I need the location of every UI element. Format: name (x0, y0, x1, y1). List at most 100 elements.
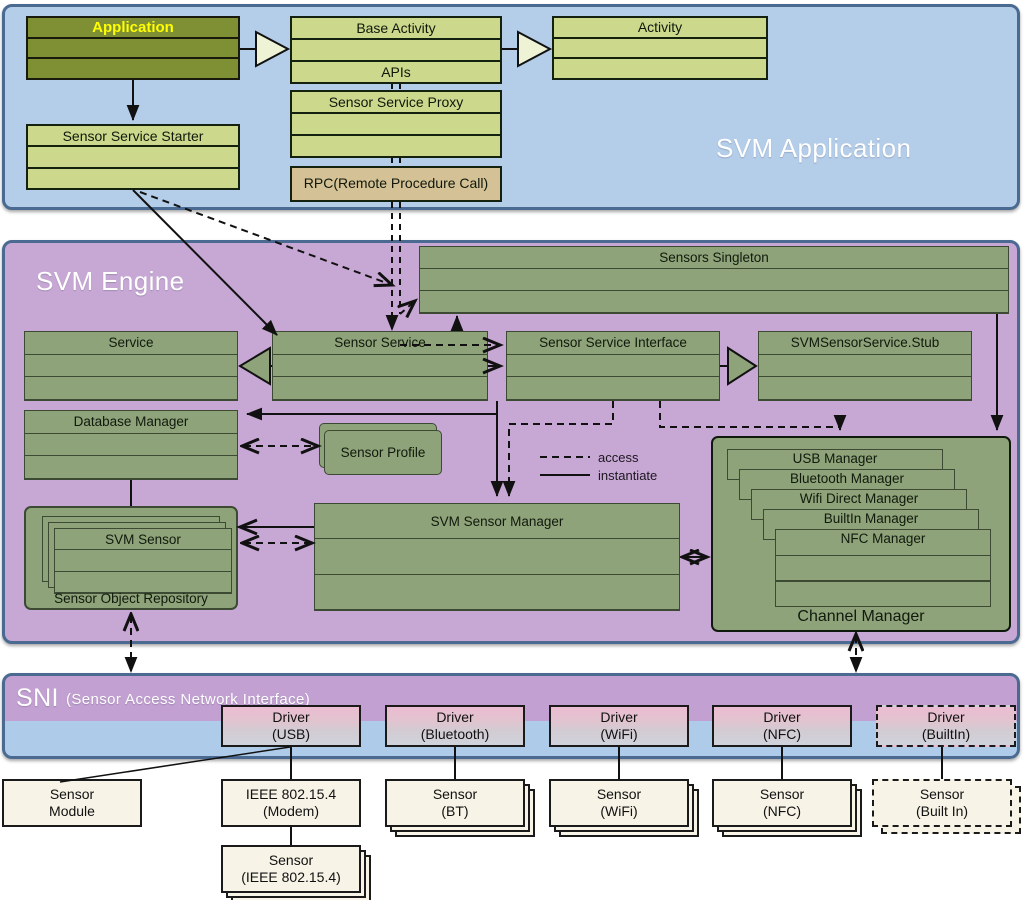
sensor-service-proxy-row3 (292, 136, 500, 156)
sensor-module-line2: Module (49, 803, 95, 819)
driver-usb-line1: Driver (272, 708, 310, 725)
sensor-profile-box: Sensor Profile (324, 430, 442, 475)
driver-builtin-line2: (BuiltIn) (921, 726, 971, 742)
svm-sensor-manager-title: SVM Sensor Manager (315, 504, 679, 540)
rpc-box: RPC(Remote Procedure Call) (290, 166, 502, 202)
rpc-box-title: RPC(Remote Procedure Call) (303, 175, 489, 192)
sensor-service-box: Sensor Service (272, 331, 488, 401)
modem-line2: (Modem) (262, 803, 319, 819)
sensors-singleton-row3 (420, 291, 1008, 313)
sensor-service-interface-box: Sensor Service Interface (506, 331, 720, 401)
stub-box-row3 (759, 377, 971, 401)
sensor-service-box-title: Sensor Service (273, 332, 487, 355)
driver-builtin-line1: Driver (927, 708, 965, 725)
sensor-service-interface-row3 (507, 377, 719, 401)
panel-svm-application-title: SVM Application (716, 133, 912, 163)
sensor-builtin-line2: (Built In) (915, 803, 969, 819)
driver-nfc-box: Driver (NFC) (712, 705, 852, 747)
driver-nfc-line2: (NFC) (762, 726, 802, 742)
sensor-service-starter-title: Sensor Service Starter (28, 126, 238, 148)
bluetooth-manager-label: Bluetooth Manager (789, 471, 905, 486)
sensor-nfc-line1: Sensor (759, 785, 805, 802)
sensors-singleton-box: Sensors Singleton (419, 246, 1009, 314)
sensor-module-box: Sensor Module (2, 779, 142, 827)
sensor-bt-line2: (BT) (441, 803, 469, 819)
sensor-service-proxy-box: Sensor Service Proxy (290, 90, 502, 158)
nfc-manager-row2 (775, 555, 991, 581)
database-manager-box: Database Manager (24, 410, 238, 480)
driver-wifi-box: Driver (WiFi) (549, 705, 689, 747)
diagram-canvas: SVM Application Application Base Activit… (0, 0, 1024, 900)
base-activity-box: Base Activity APIs (290, 16, 502, 84)
database-manager-row3 (25, 456, 237, 480)
svm-sensor-row2 (55, 550, 231, 572)
sensor-bt-box: Sensor (BT) (385, 779, 525, 827)
sensors-singleton-title: Sensors Singleton (420, 247, 1008, 269)
driver-bluetooth-line2: (Bluetooth) (420, 726, 490, 742)
sensor-ieee-line1: Sensor (268, 851, 314, 868)
modem-box: IEEE 802.15.4 (Modem) (221, 779, 361, 827)
activity-box: Activity (552, 16, 768, 80)
service-box: Service (24, 331, 238, 401)
driver-wifi-line1: Driver (600, 708, 638, 725)
service-box-row3 (25, 377, 237, 401)
driver-usb-box: Driver (USB) (221, 705, 361, 747)
svm-sensor-manager-box: SVM Sensor Manager (314, 503, 680, 611)
sensor-service-box-row3 (273, 377, 487, 401)
svm-sensor-box: SVM Sensor (54, 528, 232, 594)
sensor-object-repository-label: Sensor Object Repository (54, 591, 208, 606)
usb-manager-label: USB Manager (792, 451, 878, 466)
stub-box-row2 (759, 355, 971, 378)
driver-builtin-box: Driver (BuiltIn) (876, 705, 1016, 747)
driver-usb-line2: (USB) (271, 726, 311, 742)
sensors-singleton-row2 (420, 269, 1008, 291)
sensor-bt-line1: Sensor (432, 785, 478, 802)
service-box-row2 (25, 355, 237, 378)
sensor-service-proxy-row2 (292, 114, 500, 136)
sensor-profile-title-line1: Sensor Profile (340, 444, 426, 460)
sensor-nfc-line2: (NFC) (762, 803, 802, 819)
base-activity-box-row2 (292, 40, 500, 62)
activity-box-row3 (554, 59, 766, 78)
svm-sensor-manager-row3 (315, 575, 679, 610)
service-box-title: Service (25, 332, 237, 355)
database-manager-title: Database Manager (25, 411, 237, 434)
panel-svm-engine-title: SVM Engine (36, 266, 185, 296)
sensor-service-starter-row2 (28, 147, 238, 169)
sensor-ieee-line2: (IEEE 802.15.4) (241, 869, 341, 885)
sensor-wifi-line2: (WiFi) (600, 803, 638, 819)
driver-bluetooth-box: Driver (Bluetooth) (385, 705, 525, 747)
sensor-service-proxy-title: Sensor Service Proxy (292, 92, 500, 114)
application-box-row2 (28, 39, 238, 60)
modem-line1: IEEE 802.15.4 (245, 785, 337, 802)
sensor-module-line1: Sensor (49, 785, 95, 802)
stub-box-title: SVMSensorService.Stub (759, 332, 971, 355)
driver-bluetooth-line1: Driver (436, 708, 474, 725)
sensor-builtin-box: Sensor (Built In) (872, 779, 1012, 827)
legend: access instantiate (540, 450, 700, 490)
activity-box-title: Activity (554, 18, 766, 39)
sensor-service-starter-row3 (28, 169, 238, 188)
application-box: Application (26, 16, 240, 80)
database-manager-row2 (25, 434, 237, 457)
activity-box-row2 (554, 39, 766, 60)
application-box-row3 (28, 59, 238, 78)
sensor-wifi-line1: Sensor (596, 785, 642, 802)
builtin-manager-label: BuiltIn Manager (823, 511, 919, 526)
nfc-manager-label: NFC Manager (840, 531, 926, 546)
sensor-object-repository: SVM Sensor Sensor Object Repository (24, 506, 238, 610)
base-activity-box-apis: APIs (381, 64, 411, 80)
legend-instantiate-label: instantiate (598, 468, 658, 483)
driver-nfc-line1: Driver (763, 708, 801, 725)
sensor-service-interface-row2 (507, 355, 719, 378)
svm-sensor-manager-row2 (315, 539, 679, 575)
sensor-wifi-box: Sensor (WiFi) (549, 779, 689, 827)
stub-box: SVMSensorService.Stub (758, 331, 972, 401)
sensor-nfc-box: Sensor (NFC) (712, 779, 852, 827)
channel-manager-label: Channel Manager (797, 608, 925, 625)
sensor-service-interface-title: Sensor Service Interface (507, 332, 719, 355)
svm-sensor-title: SVM Sensor (55, 529, 231, 551)
application-box-title: Application (28, 18, 238, 39)
base-activity-box-title: Base Activity (292, 18, 500, 40)
sensor-ieee-box: Sensor (IEEE 802.15.4) (221, 845, 361, 893)
